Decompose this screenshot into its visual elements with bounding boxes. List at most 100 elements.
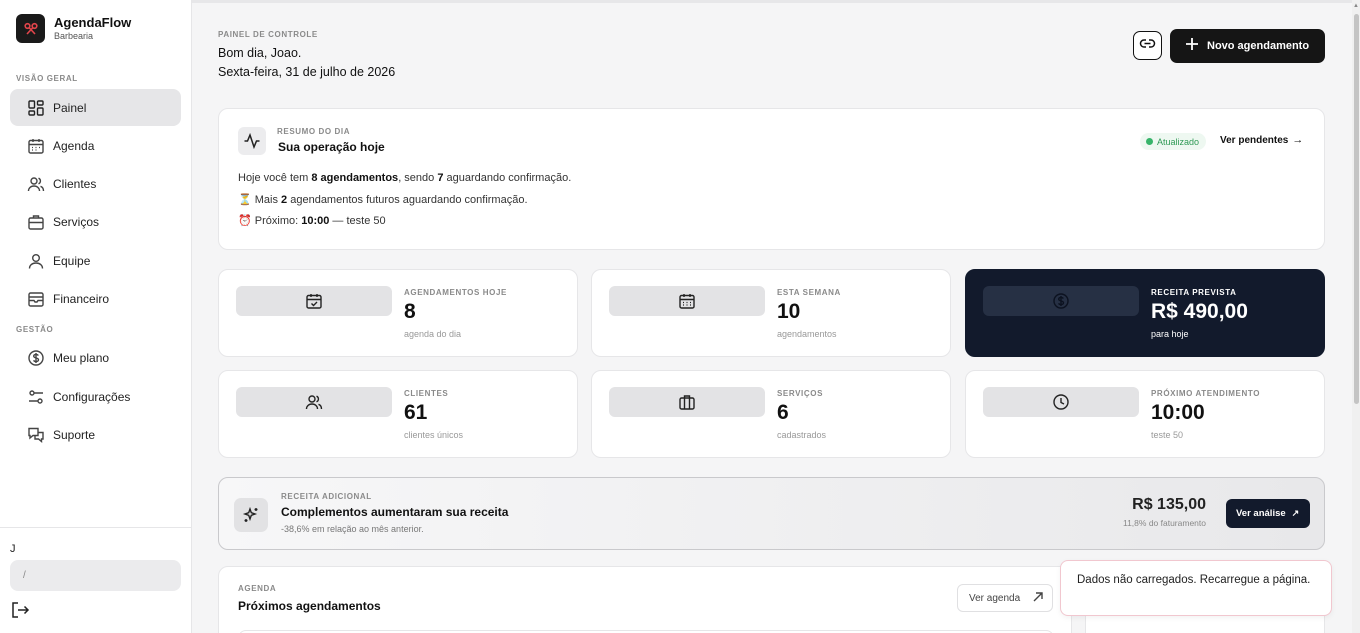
stat-value: 61 (404, 401, 428, 424)
text: Hoje você tem (238, 172, 312, 184)
scroll-up-arrow-icon[interactable]: ▲ (1353, 3, 1359, 9)
extra-title: Complementos aumentaram sua receita (281, 505, 509, 519)
status-badge: Atualizado (1140, 133, 1207, 150)
next-time: 10:00 (301, 215, 330, 227)
greeting: Bom dia, Joao. (218, 46, 302, 60)
stat-label: ESTA SEMANA (777, 288, 841, 297)
briefcase-icon (26, 212, 46, 232)
sidebar-item-suporte[interactable]: Suporte (10, 416, 181, 453)
sidebar-item-painel[interactable]: Painel (10, 89, 181, 126)
new-appointment-label: Novo agendamento (1207, 40, 1310, 52)
stat-label: CLIENTES (404, 389, 449, 398)
view-analysis-label: Ver análise (1236, 508, 1286, 519)
stat-sub: agenda do dia (404, 329, 462, 339)
user-box[interactable]: / (10, 560, 181, 591)
stat-value: 8 (404, 300, 416, 323)
sidebar-item-agenda[interactable]: Agenda (10, 127, 181, 164)
user-initial: J (10, 543, 16, 555)
sidebar-item-clientes[interactable]: Clientes (10, 165, 181, 202)
agenda-eyebrow: AGENDA (238, 584, 277, 593)
users-icon (236, 387, 392, 417)
summary-line-next: ⏰ Próximo: 10:00 — teste 50 (238, 214, 386, 227)
summary-line-today: Hoje você tem 8 agendamentos, sendo 7 ag… (238, 172, 571, 184)
daily-summary-card: RESUMO DO DIA Sua operação hoje Atualiza… (218, 108, 1325, 250)
sidebar-item-financeiro[interactable]: Financeiro (10, 280, 181, 317)
stat-label: SERVIÇOS (777, 389, 823, 398)
stat-sub: clientes únicos (404, 430, 464, 440)
text: Mais (251, 194, 282, 206)
view-agenda-label: Ver agenda (969, 592, 1021, 604)
stat-card-today[interactable]: AGENDAMENTOS HOJE 8 agenda do dia (218, 269, 578, 357)
summary-title: Sua operação hoje (278, 140, 385, 154)
arrow-up-right-icon (1032, 591, 1044, 606)
text: aguardando confirmação. (443, 172, 572, 184)
sidebar-divider (0, 527, 191, 528)
stat-card-revenue[interactable]: RECEITA PREVISTA R$ 490,00 para hoje (965, 269, 1325, 357)
view-pending-link[interactable]: Ver pendentes → (1220, 134, 1303, 146)
stat-sub: teste 50 (1151, 430, 1184, 440)
section-label-overview: VISÃO GERAL (16, 74, 78, 83)
stat-value: R$ 490,00 (1151, 300, 1248, 323)
scrollbar[interactable] (1352, 0, 1360, 633)
view-pending-label: Ver pendentes (1220, 134, 1289, 146)
text: Próximo: (251, 215, 302, 227)
stat-label: AGENDAMENTOS HOJE (404, 288, 507, 297)
stat-label: RECEITA PREVISTA (1151, 288, 1237, 297)
section-label-management: GESTÃO (16, 325, 54, 334)
users-icon (26, 174, 46, 194)
stat-card-clients[interactable]: CLIENTES 61 clientes únicos (218, 370, 578, 458)
extra-description: -38,6% em relação ao mês anterior. (281, 524, 424, 534)
arrow-up-right-icon: ↗ (1291, 508, 1300, 518)
view-analysis-button[interactable]: Ver análise ↗ (1226, 499, 1310, 528)
sidebar-item-configuracoes[interactable]: Configurações (10, 378, 181, 415)
calendar-icon (26, 136, 46, 156)
error-toast: Dados não carregados. Recarregue a págin… (1060, 560, 1332, 616)
plus-icon (1185, 37, 1199, 56)
page-eyebrow: PAINEL DE CONTROLE (218, 30, 318, 39)
stat-card-week[interactable]: ESTA SEMANA 10 agendamentos (591, 269, 951, 357)
stat-label: PRÓXIMO ATENDIMENTO (1151, 389, 1261, 398)
agenda-title: Próximos agendamentos (238, 599, 381, 613)
stat-sub: agendamentos (777, 329, 837, 339)
alarm-clock-icon: ⏰ (238, 215, 252, 227)
view-agenda-button[interactable]: Ver agenda (957, 584, 1053, 612)
scrollbar-thumb[interactable] (1354, 14, 1359, 404)
extra-eyebrow: RECEITA ADICIONAL (281, 492, 372, 501)
calendar-week-icon (609, 286, 765, 316)
text: , sendo (398, 172, 438, 184)
activity-icon (238, 127, 266, 155)
scissors-icon (16, 14, 45, 43)
sidebar-item-label: Suporte (53, 427, 96, 442)
extra-percentage: 11,8% do faturamento (1122, 518, 1206, 528)
sidebar-item-label: Serviços (53, 214, 100, 229)
sidebar-item-label: Agenda (53, 138, 95, 153)
link-icon (1139, 35, 1156, 57)
stat-value: 10:00 (1151, 401, 1205, 424)
sidebar-item-label: Configurações (53, 389, 131, 404)
stat-card-next[interactable]: PRÓXIMO ATENDIMENTO 10:00 teste 50 (965, 370, 1325, 458)
dollar-circle-icon (26, 348, 46, 368)
sidebar-item-label: Clientes (53, 176, 97, 191)
brand[interactable]: AgendaFlow Barbearia (16, 14, 131, 43)
stat-sub: cadastrados (777, 430, 827, 440)
sidebar-item-equipe[interactable]: Equipe (10, 242, 181, 279)
text: — teste 50 (329, 215, 386, 227)
brand-subtitle: Barbearia (54, 31, 94, 41)
stat-card-services[interactable]: SERVIÇOS 6 cadastrados (591, 370, 951, 458)
logout-icon[interactable] (10, 600, 30, 620)
new-appointment-button[interactable]: Novo agendamento (1170, 29, 1325, 63)
calendar-check-icon (236, 286, 392, 316)
sidebar-item-label: Equipe (53, 253, 91, 268)
sliders-icon (26, 387, 46, 407)
copy-link-button[interactable] (1133, 31, 1162, 60)
grid-icon (26, 98, 46, 118)
sidebar-item-meu-plano[interactable]: Meu plano (10, 339, 181, 376)
top-border (192, 0, 1352, 3)
clock-icon (983, 387, 1139, 417)
additional-revenue-card: RECEITA ADICIONAL Complementos aumentara… (218, 477, 1325, 550)
summary-eyebrow: RESUMO DO DIA (277, 127, 351, 136)
wallet-icon (26, 289, 46, 309)
text: agendamentos futuros aguardando confirma… (287, 194, 528, 206)
sidebar-item-servicos[interactable]: Serviços (10, 203, 181, 240)
user-icon (26, 251, 46, 271)
